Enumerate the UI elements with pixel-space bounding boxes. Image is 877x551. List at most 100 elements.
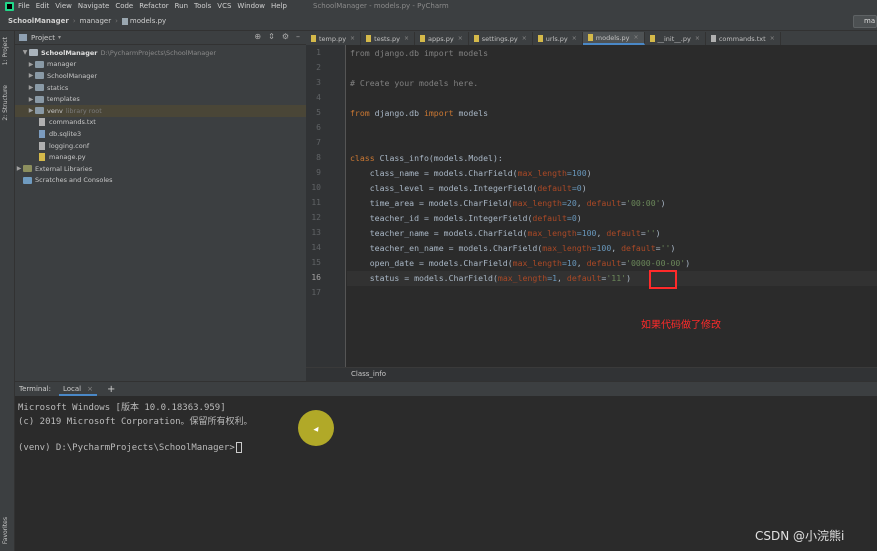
- terminal-tab-label: Local: [62, 384, 82, 393]
- editor-gutter[interactable]: 1 2 3 4 5 6 7 8 9 10 11 12 13 14 15 16 1…: [306, 45, 346, 367]
- menu-run[interactable]: Run: [175, 2, 188, 10]
- collapse-arrow-icon[interactable]: ▶: [15, 165, 23, 172]
- menu-code[interactable]: Code: [115, 2, 133, 10]
- menu-vcs[interactable]: VCS: [217, 2, 231, 10]
- breadcrumb-project[interactable]: SchoolManager: [8, 17, 69, 25]
- expand-arrow-icon[interactable]: ▼: [21, 49, 29, 56]
- close-icon[interactable]: ×: [633, 34, 638, 41]
- code-text: ): [626, 273, 632, 283]
- tab-init-py[interactable]: __init__.py ×: [645, 32, 706, 45]
- tool-tab-project[interactable]: 1: Project: [2, 37, 9, 65]
- menu-file[interactable]: File: [18, 2, 30, 10]
- hide-panel-icon[interactable]: –: [296, 32, 300, 41]
- code-editor[interactable]: from django.db import models # Create yo…: [347, 45, 877, 367]
- tree-item-label: statics: [47, 83, 69, 92]
- code-text: class_level = models.IntegerField(: [350, 183, 538, 193]
- number-literal: =100: [566, 168, 587, 178]
- menu-bar: File Edit View Navigate Code Refactor Ru…: [0, 0, 877, 12]
- breadcrumb-folder[interactable]: manager: [80, 17, 111, 25]
- tool-tab-favorites[interactable]: Favorites: [2, 517, 9, 544]
- project-view-selector[interactable]: Project: [31, 34, 55, 42]
- chevron-down-icon[interactable]: ▾: [58, 34, 61, 41]
- text-file-icon: [39, 118, 45, 127]
- collapse-arrow-icon[interactable]: ▶: [27, 107, 35, 114]
- line-number: 1: [316, 48, 321, 57]
- tab-label: __init__.py: [657, 34, 691, 43]
- close-icon[interactable]: ×: [350, 35, 355, 42]
- menu-view[interactable]: View: [55, 2, 72, 10]
- line-number: 2: [316, 63, 321, 72]
- tab-settings-py[interactable]: settings.py ×: [469, 32, 533, 45]
- breadcrumb-file[interactable]: models.py: [130, 17, 166, 25]
- tree-item-manage-py[interactable]: manage.py: [15, 151, 306, 163]
- menu-refactor[interactable]: Refactor: [139, 2, 168, 10]
- locate-file-icon[interactable]: ⊕: [254, 32, 261, 41]
- close-icon[interactable]: ×: [458, 35, 463, 42]
- collapse-arrow-icon[interactable]: ▶: [27, 84, 35, 91]
- tab-commands-txt[interactable]: commands.txt ×: [706, 32, 781, 45]
- library-icon: [23, 165, 32, 173]
- module-name: django.db: [369, 108, 424, 118]
- tab-models-py[interactable]: models.py ×: [582, 32, 645, 45]
- tree-item-statics[interactable]: ▶ statics: [15, 82, 306, 94]
- navigation-bar: SchoolManager › manager › models.py ma: [0, 12, 877, 31]
- tree-item-label: Scratches and Consoles: [35, 176, 113, 185]
- run-configuration-selector[interactable]: ma: [853, 15, 877, 28]
- tree-item-path: D:\PycharmProjects\SchoolManager: [100, 48, 217, 57]
- terminal-output[interactable]: Microsoft Windows [版本 10.0.18363.959] (c…: [15, 396, 877, 551]
- tree-item-external-libraries[interactable]: ▶ External Libraries: [15, 163, 306, 175]
- tree-item-schoolmanager[interactable]: ▶ SchoolManager: [15, 70, 306, 82]
- tree-item-venv[interactable]: ▶ venv library root: [15, 104, 306, 117]
- number-literal: =10: [561, 258, 577, 268]
- menu-window[interactable]: Window: [237, 2, 265, 10]
- close-icon[interactable]: ×: [572, 35, 577, 42]
- tree-item-root[interactable]: ▼ SchoolManager D:\PycharmProjects\Schoo…: [15, 47, 306, 59]
- terminal-line: (c) 2019 Microsoft Corporation。保留所有权利。: [18, 417, 253, 427]
- import-name: models: [453, 108, 489, 118]
- menu-edit[interactable]: Edit: [36, 2, 50, 10]
- tree-item-label: commands.txt: [49, 118, 96, 127]
- tree-item-label: manager: [47, 60, 77, 69]
- close-icon[interactable]: ×: [770, 35, 775, 42]
- collapse-arrow-icon[interactable]: ▶: [27, 96, 35, 103]
- terminal-tab-local[interactable]: Local ×: [58, 383, 97, 396]
- collapse-all-icon[interactable]: ⇕: [268, 32, 275, 41]
- tree-item-logging-conf[interactable]: logging.conf: [15, 140, 306, 152]
- editor-breadcrumb-class[interactable]: Class_info: [351, 370, 386, 378]
- tab-apps-py[interactable]: apps.py ×: [415, 32, 469, 45]
- comment-text: # Create your models here.: [350, 78, 479, 88]
- tree-item-label: logging.conf: [49, 141, 90, 150]
- editor-breadcrumb-bar: Class_info: [306, 367, 877, 381]
- tree-item-scratches[interactable]: Scratches and Consoles: [15, 175, 306, 187]
- tree-item-db-sqlite3[interactable]: db.sqlite3: [15, 128, 306, 140]
- line-number: 4: [316, 93, 321, 102]
- tree-item-label: db.sqlite3: [49, 129, 82, 138]
- tab-urls-py[interactable]: urls.py ×: [533, 32, 583, 45]
- tree-item-commands-txt[interactable]: commands.txt: [15, 117, 306, 129]
- tree-item-manager[interactable]: ▶ manager: [15, 59, 306, 71]
- close-icon[interactable]: ×: [87, 385, 93, 393]
- menu-tools[interactable]: Tools: [194, 2, 211, 10]
- gear-icon[interactable]: ⚙: [282, 32, 289, 41]
- tab-tests-py[interactable]: tests.py ×: [361, 32, 416, 45]
- tree-item-label: templates: [47, 95, 80, 104]
- close-icon[interactable]: ×: [404, 35, 409, 42]
- tab-temp-py[interactable]: temp.py ×: [306, 32, 362, 45]
- close-icon[interactable]: ×: [695, 35, 700, 42]
- new-terminal-icon[interactable]: +: [107, 384, 115, 395]
- param-keyword: max_length: [512, 258, 562, 268]
- code-line-11: time_area = models.CharField(max_length=…: [350, 196, 666, 211]
- breadcrumb-separator-icon: ›: [72, 17, 76, 25]
- breadcrumb-separator-icon: ›: [115, 17, 118, 25]
- menu-navigate[interactable]: Navigate: [78, 2, 109, 10]
- menu-help[interactable]: Help: [271, 2, 287, 10]
- tree-item-label: SchoolManager: [47, 71, 98, 80]
- close-icon[interactable]: ×: [522, 35, 527, 42]
- tool-tab-structure[interactable]: 2: Structure: [2, 85, 9, 121]
- collapse-arrow-icon[interactable]: ▶: [27, 72, 35, 79]
- tree-item-templates[interactable]: ▶ templates: [15, 93, 306, 105]
- project-view-icon: [19, 34, 27, 41]
- collapse-arrow-icon[interactable]: ▶: [27, 61, 35, 68]
- line-number: 5: [316, 108, 321, 117]
- code-text: ): [586, 168, 592, 178]
